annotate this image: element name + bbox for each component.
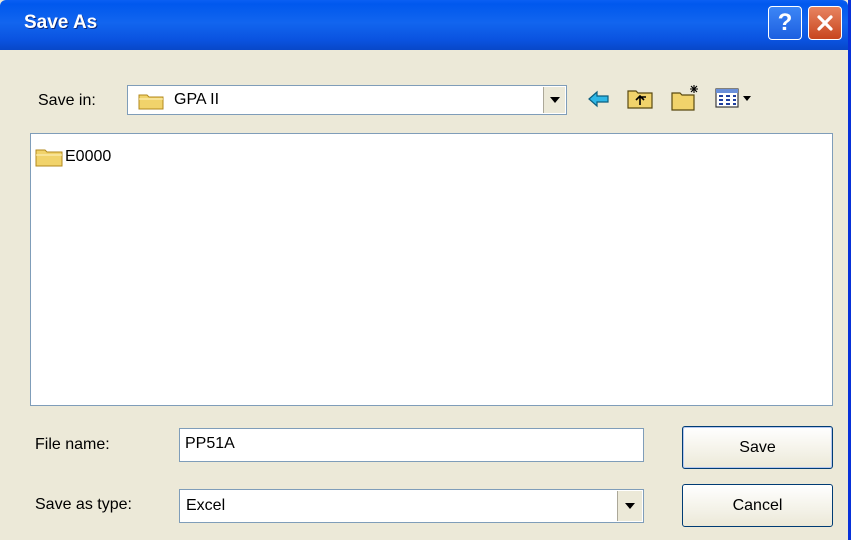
- save-in-label: Save in:: [38, 92, 96, 109]
- save-as-type-dropdown[interactable]: Excel: [179, 489, 644, 523]
- up-folder-icon[interactable]: [626, 86, 654, 110]
- view-menu-icon[interactable]: [714, 86, 754, 110]
- dialog-title: Save As: [24, 12, 98, 33]
- save-in-dropdown[interactable]: GPA II: [127, 85, 567, 115]
- save-as-type-dropdown-arrow[interactable]: [617, 491, 642, 521]
- file-list[interactable]: E0000: [30, 133, 833, 406]
- current-folder-name: GPA II: [174, 91, 220, 108]
- folder-icon: [35, 149, 63, 167]
- close-icon: [817, 15, 833, 31]
- chevron-down-icon: [549, 97, 560, 103]
- cancel-button[interactable]: Cancel: [682, 484, 833, 527]
- chevron-down-icon: [625, 503, 635, 509]
- title-bar[interactable]: Save As ?: [0, 0, 848, 50]
- save-as-type-label: Save as type:: [35, 496, 132, 513]
- list-item[interactable]: E0000: [35, 146, 111, 168]
- save-in-dropdown-arrow[interactable]: [543, 87, 565, 113]
- new-folder-icon[interactable]: [670, 84, 702, 112]
- save-as-dialog: Save As ? Save in: GPA II E0000 File nam…: [0, 0, 851, 540]
- save-as-type-value: Excel: [186, 497, 226, 514]
- folder-icon: [138, 94, 164, 110]
- help-button[interactable]: ?: [768, 6, 802, 40]
- file-name-label: File name:: [35, 436, 110, 453]
- close-button[interactable]: [808, 6, 842, 40]
- back-arrow-icon[interactable]: [587, 89, 611, 109]
- save-button[interactable]: Save: [682, 426, 833, 469]
- folder-name: E0000: [65, 148, 112, 165]
- file-name-input[interactable]: PP51A: [179, 428, 644, 462]
